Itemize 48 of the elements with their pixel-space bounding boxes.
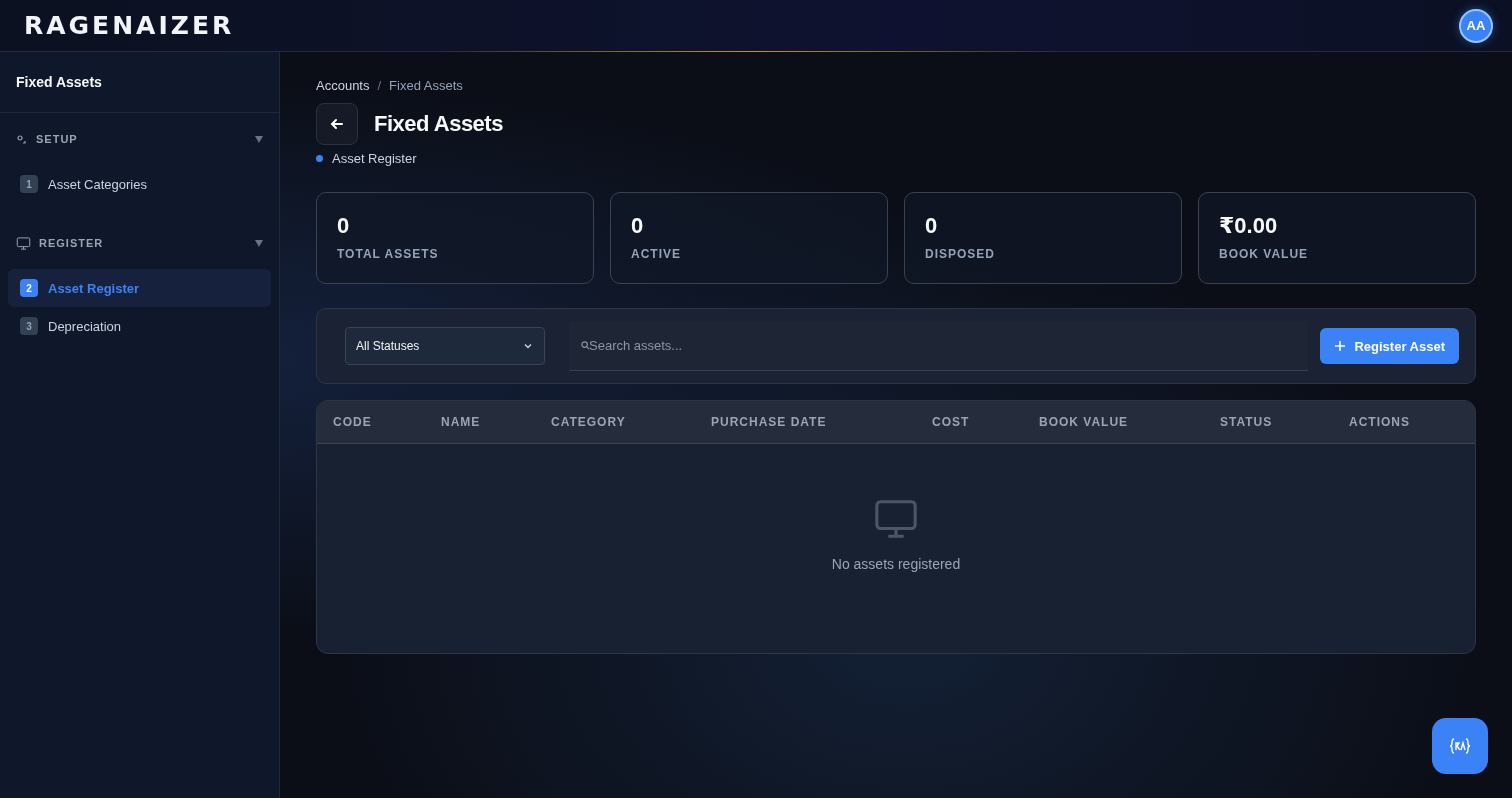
step-number: 1 [20,175,38,193]
stat-value: 0 [337,213,351,239]
sidebar-item[interactable]: 2 Asset Register [8,269,271,307]
sidebar-item[interactable]: 3 Depreciation [8,307,271,345]
breadcrumb-separator: / [377,78,382,93]
stat-label: DISPOSED [925,247,996,261]
stat-label: ACTIVE [631,247,682,261]
search-field[interactable]: Search assets... [569,321,1309,371]
assistant-button[interactable] [1432,718,1488,774]
page-title: Fixed Assets [374,111,503,137]
column-header: COST [932,415,971,429]
stat-label: TOTAL ASSETS [337,247,440,261]
item-label: Depreciation [48,318,121,334]
column-header: PURCHASE DATE [711,415,828,429]
section-heading[interactable]: SETUP [36,133,247,145]
step-number: 3 [20,317,38,335]
column-header: CATEGORY [551,415,627,429]
logo: RAGENAIZER [24,11,235,40]
back-arrow-icon [329,116,345,132]
item-label: Asset Categories [48,176,147,192]
stat-label: BOOK VALUE [1219,247,1310,261]
sidebar-title: Fixed Assets [0,52,279,113]
sidebar-item[interactable]: 1 Asset Categories [8,165,271,203]
breadcrumb-link[interactable]: Fixed Assets [389,78,463,93]
breadcrumb-link[interactable]: Accounts [316,78,370,93]
status-dot [316,155,323,162]
register-asset-button[interactable]: Register Asset [1320,328,1459,364]
page-subtitle: Asset Register [332,151,417,166]
stat-value: ₹0.00 [1219,213,1279,239]
collapse-toggle-icon[interactable] [255,239,263,247]
column-header: STATUS [1220,415,1274,429]
item-label: Asset Register [48,280,140,296]
column-header: BOOK VALUE [1039,415,1130,429]
search-icon [581,341,590,350]
empty-message: No assets registered [831,556,961,572]
column-header: CODE [333,415,373,429]
user-avatar[interactable]: AA [1459,8,1493,43]
stat-value: 0 [925,213,939,239]
plus-icon [1334,340,1347,352]
monitor-icon [16,235,31,251]
back-button[interactable] [316,103,358,145]
status-select[interactable]: All Statuses [345,327,545,365]
column-header: NAME [441,415,482,429]
collapse-toggle-icon[interactable] [255,135,263,143]
section-heading[interactable]: REGISTER [39,237,247,249]
column-header: ACTIONS [1349,415,1411,429]
step-number: 2 [20,279,38,297]
stat-value: 0 [631,213,645,239]
